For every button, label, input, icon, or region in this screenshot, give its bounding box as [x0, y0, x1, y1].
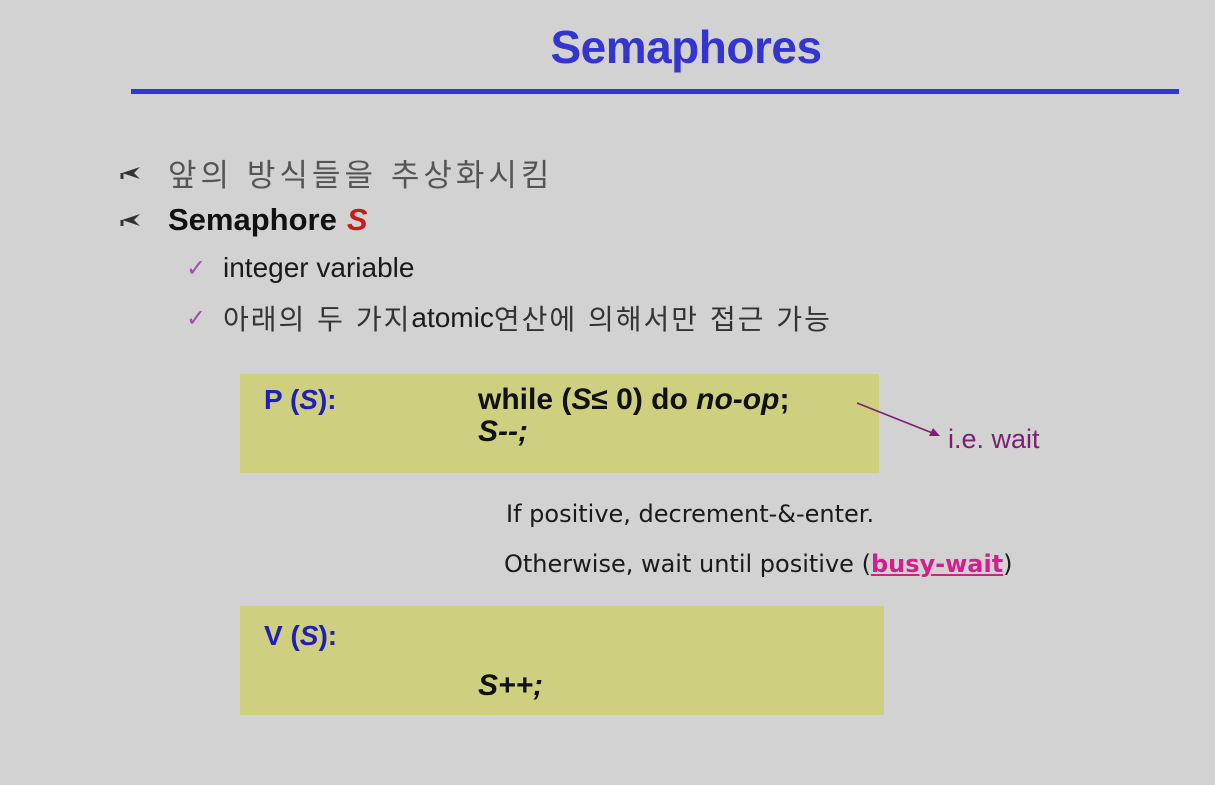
bullet-text: Semaphore [168, 202, 337, 237]
checkmark-icon: ✓ [186, 304, 207, 332]
busy-wait-link[interactable]: busy-wait [871, 550, 1003, 578]
subbullet-text-atomic: atomic [411, 302, 494, 333]
p-operation-line2: S--; [478, 415, 528, 448]
subbullet-text-ko-2: 연산에 의해서만 접근 가능 [493, 303, 832, 336]
explanation-line1: If positive, decrement-&-enter. [506, 500, 875, 528]
subbullet-atomic: ✓ 아래의 두 가지 atomic 연산에 의해서만 접근 가능 [186, 298, 832, 338]
bullet-semaphore: Semaphore S [120, 202, 368, 238]
p-operation-label: P (S): [264, 384, 337, 415]
annotation-arrow-icon [856, 402, 940, 436]
p-operation-line1: while (S≤ 0) do no-op; [478, 383, 790, 416]
bullet-text: 앞의 방식들을 추상화시킴 [168, 158, 554, 194]
semaphore-variable: S [346, 202, 368, 237]
title-underline [131, 89, 1179, 94]
v-operation-line1: S++; [478, 669, 544, 702]
slide-title: Semaphores [550, 21, 822, 73]
subbullet-integer: ✓ integer variable [186, 252, 414, 284]
arrow-bullet-icon [120, 210, 152, 230]
subbullet-text: integer variable [223, 252, 415, 283]
v-operation-label: V (S): [264, 620, 338, 651]
annotation-wait: i.e. wait [948, 424, 1040, 454]
explanation-line2: Otherwise, wait until positive (busy-wai… [504, 550, 1013, 578]
checkmark-icon: ✓ [186, 254, 207, 282]
arrow-bullet-icon [120, 163, 152, 183]
subbullet-text-ko-1: 아래의 두 가지 [223, 303, 412, 336]
bullet-abstraction: 앞의 방식들을 추상화시킴 [120, 150, 553, 195]
